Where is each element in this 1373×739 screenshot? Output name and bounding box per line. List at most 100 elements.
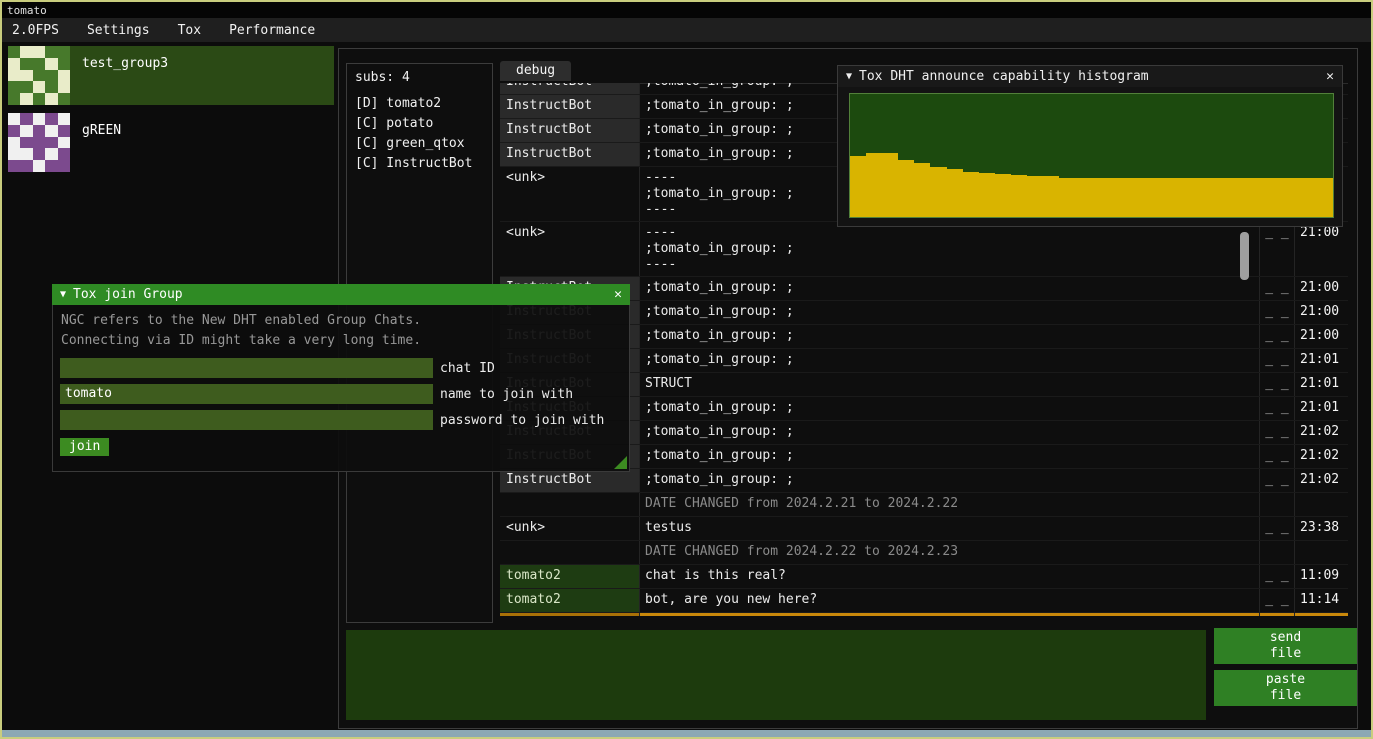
histogram-window-title: Tox DHT announce capability histogram [859,69,1149,84]
message-text: ;tomato_in_group: ; [640,301,1260,324]
message-time: 21:00 [1295,277,1348,300]
avatar-pixel [8,125,20,137]
histogram-bar [1091,178,1107,217]
avatar-pixel [20,58,32,70]
message-time: 21:01 [1295,397,1348,420]
send-file-button[interactable]: send file [1214,628,1357,664]
histogram-bar [1301,178,1317,217]
avatar-pixel [58,46,70,58]
peer-item[interactable]: [D] tomato2 [355,94,492,114]
join-button[interactable]: join [60,438,109,456]
message-flags: _ _ [1260,222,1295,276]
message-flags: _ _ [1260,325,1295,348]
group-label-box: gREEN [70,113,334,172]
message-text: ;tomato_in_group: ; [640,325,1260,348]
group-item-gREEN[interactable]: gREEN [8,113,334,172]
message-input[interactable] [346,630,1206,720]
close-icon[interactable]: ✕ [1326,69,1334,84]
message-flags: _ _ [1260,469,1295,492]
group-item-test_group3[interactable]: test_group3 [8,46,334,105]
message-text: No, I've been in this group for quite so… [640,613,1260,616]
peer-item[interactable]: [C] InstructBot [355,154,492,174]
histogram-bar [1317,178,1333,217]
close-icon[interactable]: ✕ [614,287,622,302]
fps-counter: 2.0FPS [2,23,73,38]
avatar-pixel [45,137,57,149]
collapse-arrow-icon[interactable]: ▼ [60,289,66,300]
tab-debug[interactable]: debug [500,61,571,81]
peer-item[interactable]: [C] potato [355,114,492,134]
histogram-bar [1156,178,1172,217]
resize-grip[interactable] [614,456,627,469]
message-row: tomato2bot, are you new here?_ _11:14 [500,589,1348,613]
message-row: <unk>testus_ _23:38 [500,517,1348,541]
avatar-pixel [20,137,32,149]
message-text: ;tomato_in_group: ; [640,349,1260,372]
message-time: 23:38 [1295,517,1348,540]
message-flags [1260,493,1295,516]
chat-scrollbar[interactable] [1240,232,1249,280]
histogram-window-titlebar[interactable]: ▼ Tox DHT announce capability histogram … [837,65,1343,87]
password-to-join-with-input[interactable] [60,410,433,430]
message-flags: _ _ [1260,373,1295,396]
join-window-titlebar[interactable]: ▼ Tox join Group ✕ [52,284,630,305]
sender-name: InstructBot [500,469,640,492]
peer-item[interactable]: [C] green_qtox [355,134,492,154]
message-time: 21:00 [1295,325,1348,348]
histogram-bar [1011,175,1027,217]
window-bottom-edge [2,730,1371,737]
join-field-row: chat ID [60,358,629,378]
message-text: STRUCT [640,373,1260,396]
histogram-bar [1188,178,1204,217]
message-flags: _ _ [1260,565,1295,588]
message-text: DATE CHANGED from 2024.2.22 to 2024.2.23 [640,541,1260,564]
sender-name: <unk> [500,517,640,540]
histogram-bar [1108,178,1124,217]
avatar-pixel [20,148,32,160]
menu-item-settings[interactable]: Settings [73,18,164,42]
message-row: InstructBotNo, I've been in this group f… [500,613,1348,616]
paste-file-button[interactable]: paste file [1214,670,1357,706]
histogram-bar [1124,178,1140,217]
chat-id-input[interactable] [60,358,433,378]
message-flags: _ _ [1260,301,1295,324]
avatar-pixel [20,81,32,93]
avatar-pixel [33,70,45,82]
avatar-pixel [45,58,57,70]
menu-item-performance[interactable]: Performance [215,18,329,42]
message-time [1295,493,1348,516]
subs-count: subs: 4 [355,70,492,85]
name-to-join-with-input[interactable]: tomato [60,384,433,404]
join-window-title: Tox join Group [73,287,183,302]
message-text: ;tomato_in_group: ; [640,277,1260,300]
avatar-pixel [58,137,70,149]
histogram-bar [979,173,995,217]
avatar-pixel [8,148,20,160]
avatar-pixel [33,160,45,172]
window-title: tomato [7,4,47,17]
group-name: gREEN [82,123,334,138]
avatar-pixel [33,113,45,125]
message-text: ;tomato_in_group: ; [640,421,1260,444]
avatar-pixel [45,46,57,58]
message-text: ---- ;tomato_in_group: ; ---- [640,222,1260,276]
histogram-window-body [837,87,1343,227]
message-time: 21:00 [1295,301,1348,324]
avatar-pixel [45,160,57,172]
menu-item-tox[interactable]: Tox [164,18,215,42]
join-group-window: ▼ Tox join Group ✕ NGC refers to the New… [52,284,630,472]
histogram-bar [963,172,979,218]
avatar-pixel [58,93,70,105]
message-flags: _ _ [1260,277,1295,300]
avatar-pixel [58,160,70,172]
sender-name: InstructBot [500,143,640,166]
avatar-pixel [20,113,32,125]
histogram-bar [995,174,1011,217]
histogram-bar [866,153,882,217]
avatar-pixel [20,70,32,82]
collapse-arrow-icon[interactable]: ▼ [846,71,852,82]
group-list: test_group3 gREEN [8,46,334,180]
avatar-pixel [45,125,57,137]
message-flags: _ _ [1260,445,1295,468]
group-avatar [8,113,70,172]
